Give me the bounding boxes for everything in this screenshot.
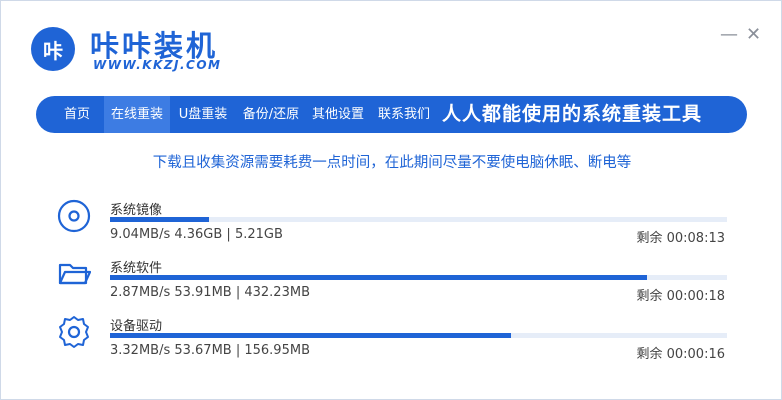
gear-icon [57, 315, 91, 349]
nav-bar: 首页 在线重装 U盘重装 备份/还原 其他设置 联系我们 人人都能使用的系统重装… [36, 96, 747, 133]
app-logo: 咔 [31, 27, 75, 71]
download-remaining-device-drivers: 剩余 00:00:16 [636, 347, 725, 362]
progress-fill [110, 275, 647, 280]
nav-item-usb-reinstall[interactable]: U盘重装 [172, 96, 234, 133]
download-stats-device-drivers: 3.32MB/s 53.67MB | 156.95MB [110, 343, 310, 358]
nav-item-backup-restore[interactable]: 备份/还原 [236, 96, 306, 133]
close-button[interactable]: ✕ [746, 25, 761, 45]
slogan: 人人都能使用的系统重装工具 [442, 103, 703, 125]
nav-item-contact-us[interactable]: 联系我们 [372, 96, 436, 133]
progress-bar-system-software [110, 275, 727, 280]
download-remaining-system-image: 剩余 00:08:13 [636, 231, 725, 246]
download-notice: 下载且收集资源需要耗费一点时间，在此期间尽量不要使电脑休眠、断电等 [152, 155, 632, 171]
download-label-system-image: 系统镜像 [110, 203, 163, 218]
logo-glyph: 咔 [43, 38, 63, 63]
minimize-button[interactable]: — [720, 25, 738, 45]
download-label-system-software: 系统软件 [110, 261, 163, 276]
download-remaining-system-software: 剩余 00:00:18 [636, 289, 725, 304]
installer-window: 咔 咔咔装机 WWW.KKZJ.COM — ✕ 首页 在线重装 U盘重装 备份/… [0, 0, 782, 400]
nav-item-online-reinstall[interactable]: 在线重装 [104, 96, 170, 133]
download-label-device-drivers: 设备驱动 [110, 319, 163, 334]
disc-icon [57, 199, 91, 233]
progress-bar-system-image [110, 217, 727, 222]
nav-item-home[interactable]: 首页 [50, 96, 104, 133]
progress-fill [110, 333, 512, 338]
download-stats-system-image: 9.04MB/s 4.36GB | 5.21GB [110, 227, 283, 242]
brand-url: WWW.KKZJ.COM [93, 58, 222, 72]
progress-bar-device-drivers [110, 333, 727, 338]
download-stats-system-software: 2.87MB/s 53.91MB | 432.23MB [110, 285, 310, 300]
progress-fill [110, 217, 209, 222]
folder-icon [57, 257, 92, 291]
nav-item-other-settings[interactable]: 其他设置 [306, 96, 370, 133]
